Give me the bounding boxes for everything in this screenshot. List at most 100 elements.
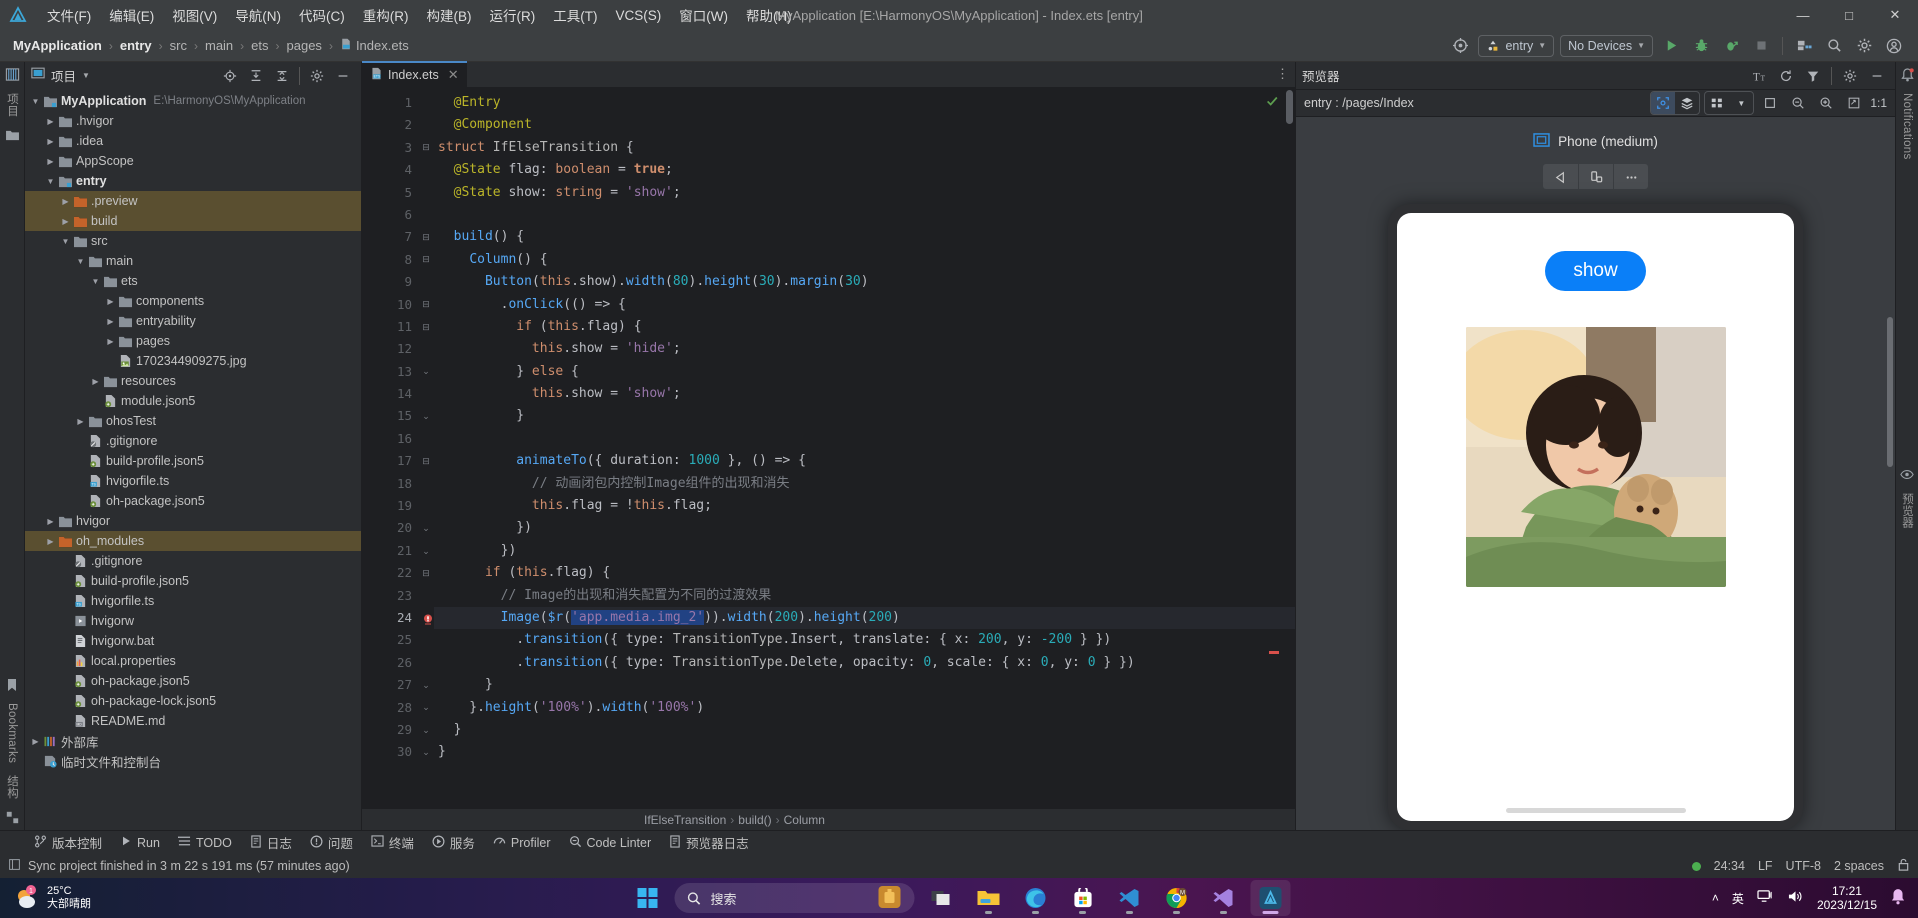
fold-toggle-icon[interactable]: ⌄ [418, 697, 434, 719]
tree-item--gitignore[interactable]: .gitignore [25, 431, 361, 451]
tree-item-pages[interactable]: ▶ pages [25, 331, 361, 351]
network-icon[interactable] [1757, 889, 1774, 907]
folder-rail-icon[interactable] [0, 123, 25, 148]
tree-item-hvigorfile-ts[interactable]: TS hvigorfile.ts [25, 471, 361, 491]
tree-item-appscope[interactable]: ▶ AppScope [25, 151, 361, 171]
tool-window-run[interactable]: Run [111, 833, 169, 852]
tree-item-ets[interactable]: ▼ ets [25, 271, 361, 291]
nav-crumb-src[interactable]: src [167, 37, 190, 54]
tree-item-entry[interactable]: ▼ entry [25, 171, 361, 191]
fold-toggle-icon[interactable]: ⌄ [418, 361, 434, 383]
rail-label-project[interactable]: 项目 [4, 87, 20, 123]
close-button[interactable]: ✕ [1872, 0, 1918, 30]
tree-item-myapplication[interactable]: ▼ MyApplication E:\HarmonyOS\MyApplication [25, 91, 361, 111]
nav-crumb-ets[interactable]: ets [248, 37, 271, 54]
project-tool-icon[interactable] [0, 62, 25, 87]
chevron-down-icon[interactable]: ▼ [82, 71, 90, 80]
tab-options-icon[interactable]: ⋮ [1276, 66, 1289, 82]
zoom-out-icon[interactable] [1786, 92, 1810, 114]
editor-scrollbar[interactable] [1283, 88, 1295, 808]
tree-item-module-json5[interactable]: module.json5 [25, 391, 361, 411]
run-configuration-selector[interactable]: entry ▼ [1478, 34, 1555, 57]
tree-item--preview[interactable]: ▶ .preview [25, 191, 361, 211]
fold-toggle-icon[interactable]: ⊟ [418, 249, 434, 271]
chevron-down-icon[interactable]: ▼ [1729, 92, 1753, 114]
tree-item---------[interactable]: 临时文件和控制台 [25, 751, 361, 771]
chevron-right-icon[interactable]: ▶ [59, 197, 72, 206]
caret-position[interactable]: 24:34 [1714, 859, 1745, 873]
crumb-column[interactable]: Column [784, 813, 825, 827]
menu-item-5[interactable]: 重构(R) [354, 3, 418, 27]
back-icon[interactable] [1543, 164, 1578, 189]
nav-crumb-pages[interactable]: pages [284, 37, 325, 54]
menu-item-10[interactable]: 窗口(W) [670, 3, 737, 27]
tree-item-hvigor[interactable]: ▶ hvigor [25, 511, 361, 531]
crumb-struct[interactable]: IfElseTransition [644, 813, 726, 827]
chevron-right-icon[interactable]: ▶ [44, 137, 57, 146]
clock[interactable]: 17:21 2023/12/15 [1817, 884, 1877, 912]
menu-item-4[interactable]: 代码(C) [290, 3, 354, 27]
notifications-icon[interactable] [1895, 62, 1918, 87]
error-marker[interactable] [1269, 651, 1279, 654]
chevron-down-icon[interactable]: ▼ [44, 177, 57, 186]
frame-icon[interactable] [1758, 92, 1782, 114]
chevron-right-icon[interactable]: ▶ [74, 417, 87, 426]
tree-item----[interactable]: ▶ 外部库 [25, 731, 361, 751]
rotate-icon[interactable] [1578, 164, 1613, 190]
panel-settings-icon[interactable] [305, 65, 329, 87]
rail-label-structure[interactable]: 结构 [4, 769, 20, 805]
chevron-right-icon[interactable]: ▶ [59, 217, 72, 226]
tree-item-hvigorfile-ts[interactable]: TS hvigorfile.ts [25, 591, 361, 611]
tool-window------[interactable]: 预览器日志 [660, 831, 758, 854]
weather-widget[interactable]: 1 25°C 大部晴朗 [0, 885, 91, 911]
editor-tab-index-ets[interactable]: ETS Index.ets ✕ [362, 61, 467, 87]
rail-label-previewer[interactable]: 预览器 [1899, 487, 1915, 534]
previewer-hide-icon[interactable] [1865, 65, 1889, 87]
code-text[interactable]: @Entry @Component struct IfElseTransition… [434, 88, 1295, 808]
chevron-right-icon[interactable]: ▶ [44, 517, 57, 526]
settings-icon[interactable] [1852, 35, 1876, 57]
tree-item-oh-package-lock-json5[interactable]: oh-package-lock.json5 [25, 691, 361, 711]
tool-window-todo[interactable]: TODO [169, 833, 241, 852]
chrome-icon[interactable]: M [1157, 880, 1197, 916]
tree-item-local-properties[interactable]: local.properties [25, 651, 361, 671]
chevron-down-icon[interactable]: ▼ [74, 257, 87, 266]
search-everywhere-icon[interactable] [1822, 35, 1846, 57]
inspection-status-icon[interactable] [1265, 94, 1279, 111]
device-manager-icon[interactable] [1792, 35, 1816, 57]
zoom-in-icon[interactable] [1814, 92, 1838, 114]
notification-bell-icon[interactable] [1890, 888, 1906, 908]
nav-crumb-entry[interactable]: entry [117, 37, 155, 54]
nav-crumb-main[interactable]: main [202, 37, 236, 54]
preview-show-button[interactable]: show [1545, 251, 1646, 292]
maximize-button[interactable]: □ [1826, 0, 1872, 30]
tree-item--gitignore[interactable]: .gitignore [25, 551, 361, 571]
crumb-build[interactable]: build() [738, 813, 771, 827]
tool-window-code-linter[interactable]: Code Linter [560, 833, 661, 853]
menu-item-3[interactable]: 导航(N) [226, 3, 290, 27]
chevron-right-icon[interactable]: ▶ [44, 117, 57, 126]
layers-icon[interactable] [1675, 92, 1699, 114]
chevron-right-icon[interactable]: ▶ [104, 317, 117, 326]
tree-item--hvigor[interactable]: ▶ .hvigor [25, 111, 361, 131]
task-view-icon[interactable] [922, 880, 962, 916]
fold-toggle-icon[interactable]: ⊟ [418, 294, 434, 316]
fit-icon[interactable] [1842, 92, 1866, 114]
tree-item-ohostest[interactable]: ▶ ohosTest [25, 411, 361, 431]
tree-item-hvigorw[interactable]: hvigorw [25, 611, 361, 631]
vscode-icon[interactable] [1110, 880, 1150, 916]
close-tab-icon[interactable]: ✕ [448, 67, 459, 83]
minimize-button[interactable]: — [1780, 0, 1826, 30]
account-icon[interactable] [1882, 35, 1906, 57]
target-icon[interactable] [1448, 35, 1472, 57]
filter-icon[interactable] [1801, 65, 1825, 87]
menu-item-11[interactable]: 帮助(H) [737, 3, 801, 27]
file-explorer-icon[interactable] [969, 880, 1009, 916]
ime-indicator[interactable]: 英 [1732, 890, 1744, 907]
rail-label-notifications[interactable]: Notifications [1901, 87, 1913, 166]
chevron-down-icon[interactable]: ▼ [29, 97, 42, 106]
tree-item-entryability[interactable]: ▶ entryability [25, 311, 361, 331]
menu-item-9[interactable]: VCS(S) [607, 6, 671, 25]
tool-window-profiler[interactable]: Profiler [484, 833, 560, 853]
previewer-settings-icon[interactable] [1838, 65, 1862, 87]
